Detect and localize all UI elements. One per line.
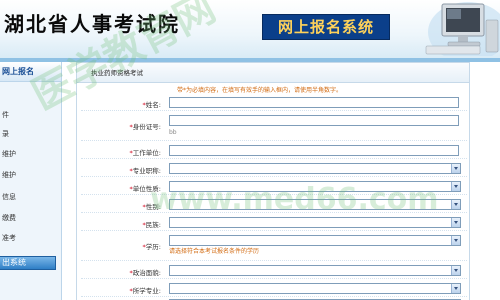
form-row-work-unit: *工作单位: <box>81 143 467 159</box>
chevron-down-icon[interactable] <box>451 218 460 227</box>
work-unit-input[interactable] <box>169 145 459 156</box>
site-title: 湖北省人事考试院 <box>4 12 180 36</box>
chevron-down-icon[interactable] <box>451 182 460 191</box>
chevron-down-icon[interactable] <box>451 266 460 275</box>
name-input[interactable] <box>169 97 459 108</box>
major-label: *所学专业: <box>81 285 161 295</box>
form-row-political: *政治面貌: <box>81 263 467 279</box>
sidebar-item-admission[interactable]: 准考 <box>0 232 60 244</box>
sidebar: 网上报名 件 录 维护 维护 信息 缴费 准考 出系统 <box>0 62 62 300</box>
form-row-major: *所学专业: <box>81 281 467 297</box>
form-row-title: *专业职称: <box>81 161 467 177</box>
education-label: *学历: <box>81 241 161 251</box>
gender-label: *性别: <box>81 201 161 211</box>
sidebar-item-maintain-1[interactable]: 维护 <box>0 148 60 160</box>
chevron-down-icon[interactable] <box>451 284 460 293</box>
chevron-down-icon[interactable] <box>451 164 460 173</box>
id-number-label: *身份证号: <box>81 121 161 131</box>
political-status-label: *政治面貌: <box>81 267 161 277</box>
political-status-select[interactable] <box>169 265 461 276</box>
form-row-unit-type: *单位性质: <box>81 179 467 195</box>
ethnicity-select[interactable] <box>169 217 461 228</box>
label-text: 学历: <box>145 243 161 251</box>
form-row-id-number: *身份证号: <box>81 113 467 141</box>
system-banner: 网上报名系统 <box>262 14 390 40</box>
education-select[interactable] <box>169 235 461 246</box>
form-row-education: *学历: <box>81 233 467 261</box>
site-header: 湖北省人事考试院 网上报名系统 <box>0 0 500 58</box>
label-text: 身份证号: <box>132 123 161 131</box>
sidebar-item-maintain-2[interactable]: 维护 <box>0 169 60 181</box>
unit-type-select[interactable] <box>169 181 461 192</box>
form-note: 带*为必填内容，在填写有效手的输入框内，请使用半角数字。 <box>177 87 343 94</box>
label-text: 性别: <box>145 203 161 211</box>
sidebar-item-record[interactable]: 录 <box>0 128 60 140</box>
label-text: 政治面貌: <box>132 269 161 277</box>
label-text: 民族: <box>145 221 161 229</box>
registration-form-panel: 执业药师资格考试 带*为必填内容，在填写有效手的输入框内，请使用半角数字。 *姓… <box>76 62 470 300</box>
gender-select[interactable] <box>169 199 461 210</box>
form-row-gender: *性别: <box>81 197 467 213</box>
label-text: 单位性质: <box>132 185 161 193</box>
label-text: 工作单位: <box>132 149 161 157</box>
exit-system-button[interactable]: 出系统 <box>0 256 56 270</box>
system-banner-text: 网上报名系统 <box>277 18 374 36</box>
computer-monitor-icon <box>425 2 500 56</box>
professional-title-label: *专业职称: <box>81 165 161 175</box>
form-row-ethnicity: *民族: <box>81 215 467 231</box>
id-number-hint: bb <box>169 129 177 136</box>
label-text: 姓名: <box>145 101 161 109</box>
name-label: *姓名: <box>81 99 161 109</box>
label-text: 所学专业: <box>132 287 161 295</box>
panel-title: 执业药师资格考试 <box>77 63 469 83</box>
education-hint: 请选择符合本考试报名条件的学历 <box>169 248 260 255</box>
unit-type-label: *单位性质: <box>81 183 161 193</box>
chevron-down-icon[interactable] <box>451 236 460 245</box>
chevron-down-icon[interactable] <box>451 200 460 209</box>
id-number-input[interactable] <box>169 115 459 126</box>
sidebar-item-file[interactable]: 件 <box>0 109 60 121</box>
major-select[interactable] <box>169 283 461 294</box>
sidebar-heading: 网上报名 <box>0 62 61 82</box>
label-text: 专业职称: <box>132 167 161 175</box>
ethnicity-label: *民族: <box>81 219 161 229</box>
sidebar-item-payment[interactable]: 缴费 <box>0 212 60 224</box>
work-unit-label: *工作单位: <box>81 147 161 157</box>
professional-title-select[interactable] <box>169 163 461 174</box>
sidebar-item-info[interactable]: 信息 <box>0 191 60 203</box>
form-row-name: *姓名: <box>81 95 467 111</box>
